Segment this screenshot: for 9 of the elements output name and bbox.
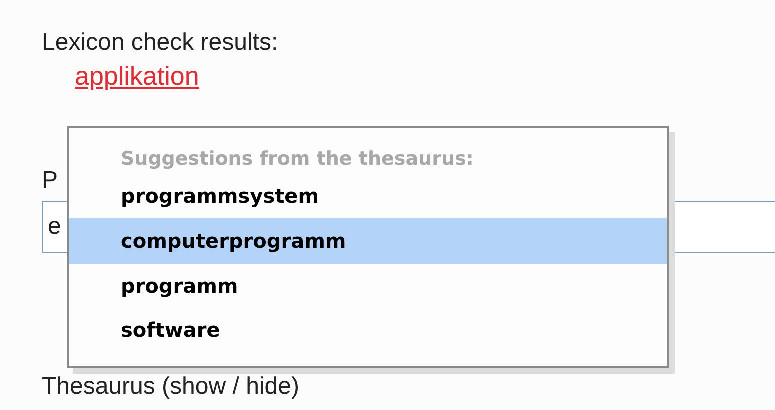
- suggestion-item[interactable]: programm: [69, 264, 667, 308]
- suggestion-item[interactable]: software: [69, 308, 667, 352]
- suggestion-item[interactable]: computerprogramm: [69, 218, 667, 264]
- suggestion-item[interactable]: programmsystem: [69, 174, 667, 218]
- thesaurus-toggle[interactable]: Thesaurus (show / hide): [42, 373, 300, 401]
- popup-heading: Suggestions from the thesaurus:: [120, 147, 474, 172]
- field-label: P: [42, 167, 58, 195]
- word-link[interactable]: applikation: [75, 60, 200, 92]
- section-heading: Lexicon check results:: [42, 28, 278, 58]
